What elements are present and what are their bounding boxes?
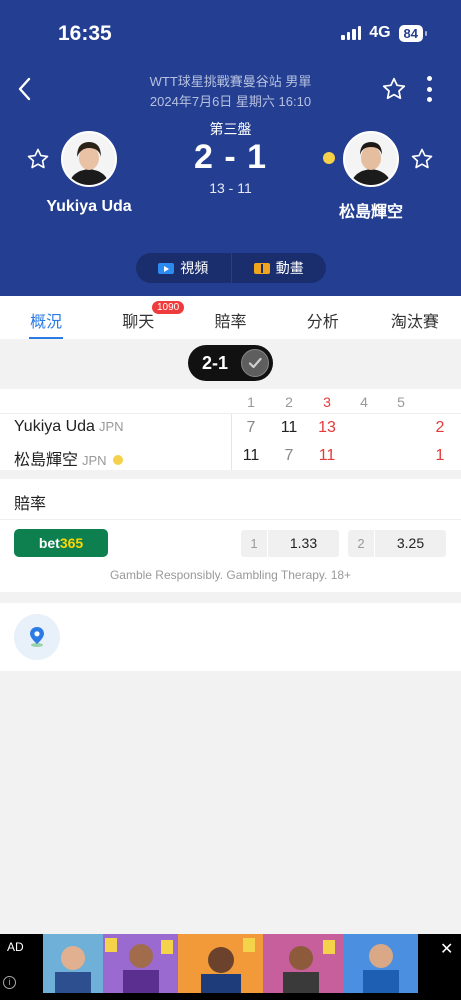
set-score: 13 - 11 (209, 180, 252, 196)
location-pin-icon (30, 627, 44, 647)
table-row: 松島輝空 JPN (14, 446, 123, 470)
ad-close-button[interactable]: ✕ (440, 939, 453, 959)
venue-button[interactable] (14, 614, 60, 660)
more-options-button[interactable] (424, 76, 434, 102)
home-odds-label: 1 (241, 530, 267, 557)
bet365-logo[interactable]: bet365 (14, 529, 108, 557)
check-icon (241, 349, 269, 377)
set-score-cell: 13 (318, 419, 336, 436)
score-table: 1 2 3 4 5 Yukiya Uda JPN 7 11 13 2 松島輝空 JP… (0, 389, 461, 470)
status-time: 16:35 (58, 22, 112, 45)
row-player-name: 松島輝空 (14, 452, 79, 469)
animation-button[interactable]: 動畫 (232, 253, 327, 283)
odds-title: 賠率 (14, 496, 47, 513)
set-header: 5 (397, 394, 405, 410)
video-label: 視頻 (180, 260, 209, 276)
battery-icon: 84 (398, 24, 428, 42)
match-score: 2 - 1 (193, 138, 268, 176)
court-icon (253, 262, 270, 274)
venue-card (0, 603, 461, 671)
result-toggle[interactable]: 2-1 (188, 345, 273, 381)
tab-analysis[interactable]: 分析 (277, 296, 369, 339)
animation-label: 動畫 (275, 260, 304, 276)
set-score-cell: 7 (284, 447, 294, 464)
home-odds-button[interactable]: 1 1.33 (241, 530, 339, 557)
away-odds-value: 3.25 (375, 530, 446, 557)
home-odds-value: 1.33 (268, 530, 339, 557)
video-button[interactable]: 視頻 (136, 253, 231, 283)
total-score-cell: 2 (435, 419, 445, 436)
star-icon (382, 77, 406, 100)
current-set-label: 第三盤 (209, 121, 252, 137)
set-score-cell: 11 (242, 447, 260, 464)
status-icons: 4G 84 (341, 24, 428, 42)
ad-image[interactable] (43, 934, 418, 993)
chat-count-badge: 1090 (152, 301, 185, 314)
tab-odds[interactable]: 賠率 (184, 296, 276, 339)
odds-card: 賠率 bet365 1 1.33 2 3.25 Gamble Responsib… (0, 479, 461, 592)
media-switch: 視頻 動畫 (136, 253, 326, 283)
total-score-cell: 1 (435, 447, 445, 464)
player-left-name[interactable]: Yukiya Uda (19, 198, 159, 216)
set-score-cell: 11 (280, 419, 298, 436)
set-header: 2 (285, 394, 293, 410)
more-icon (426, 76, 432, 81)
home-indicator (0, 993, 461, 1000)
gamble-disclaimer[interactable]: Gamble Responsibly. Gambling Therapy. 18… (0, 568, 461, 582)
ad-banner[interactable]: AD i ✕ (0, 934, 461, 1000)
set-header: 4 (360, 394, 368, 410)
away-odds-label: 2 (348, 530, 374, 557)
set-header: 3 (323, 394, 331, 410)
result-score: 2-1 (202, 352, 229, 373)
set-score-cell: 7 (246, 419, 256, 436)
signal-icon (341, 26, 362, 40)
row-player-country: JPN (98, 419, 124, 434)
serve-indicator (112, 455, 123, 465)
tab-overview[interactable]: 概況 (0, 296, 92, 339)
player-right-name[interactable]: 松島輝空 (301, 198, 441, 222)
set-score-cell: 11 (318, 447, 336, 464)
tab-knockout[interactable]: 淘汰賽 (369, 296, 461, 339)
away-odds-button[interactable]: 2 3.25 (348, 530, 446, 557)
favorite-match-button[interactable] (381, 76, 407, 102)
row-player-name: Yukiya Uda (14, 418, 95, 435)
tab-bar: 概況 聊天 賠率 分析 淘汰賽 (0, 296, 461, 339)
network-type: 4G (369, 24, 391, 41)
row-player-country: JPN (82, 453, 107, 468)
set-header: 1 (247, 394, 255, 410)
ad-info-icon[interactable]: i (3, 976, 16, 989)
match-header: 16:35 4G 84 WTT球星挑戰賽曼谷站 男單 2024年7月6日 星期六… (0, 0, 461, 296)
table-row: Yukiya Uda JPN (14, 418, 124, 436)
ad-label: AD (7, 940, 24, 954)
video-icon (158, 262, 175, 274)
